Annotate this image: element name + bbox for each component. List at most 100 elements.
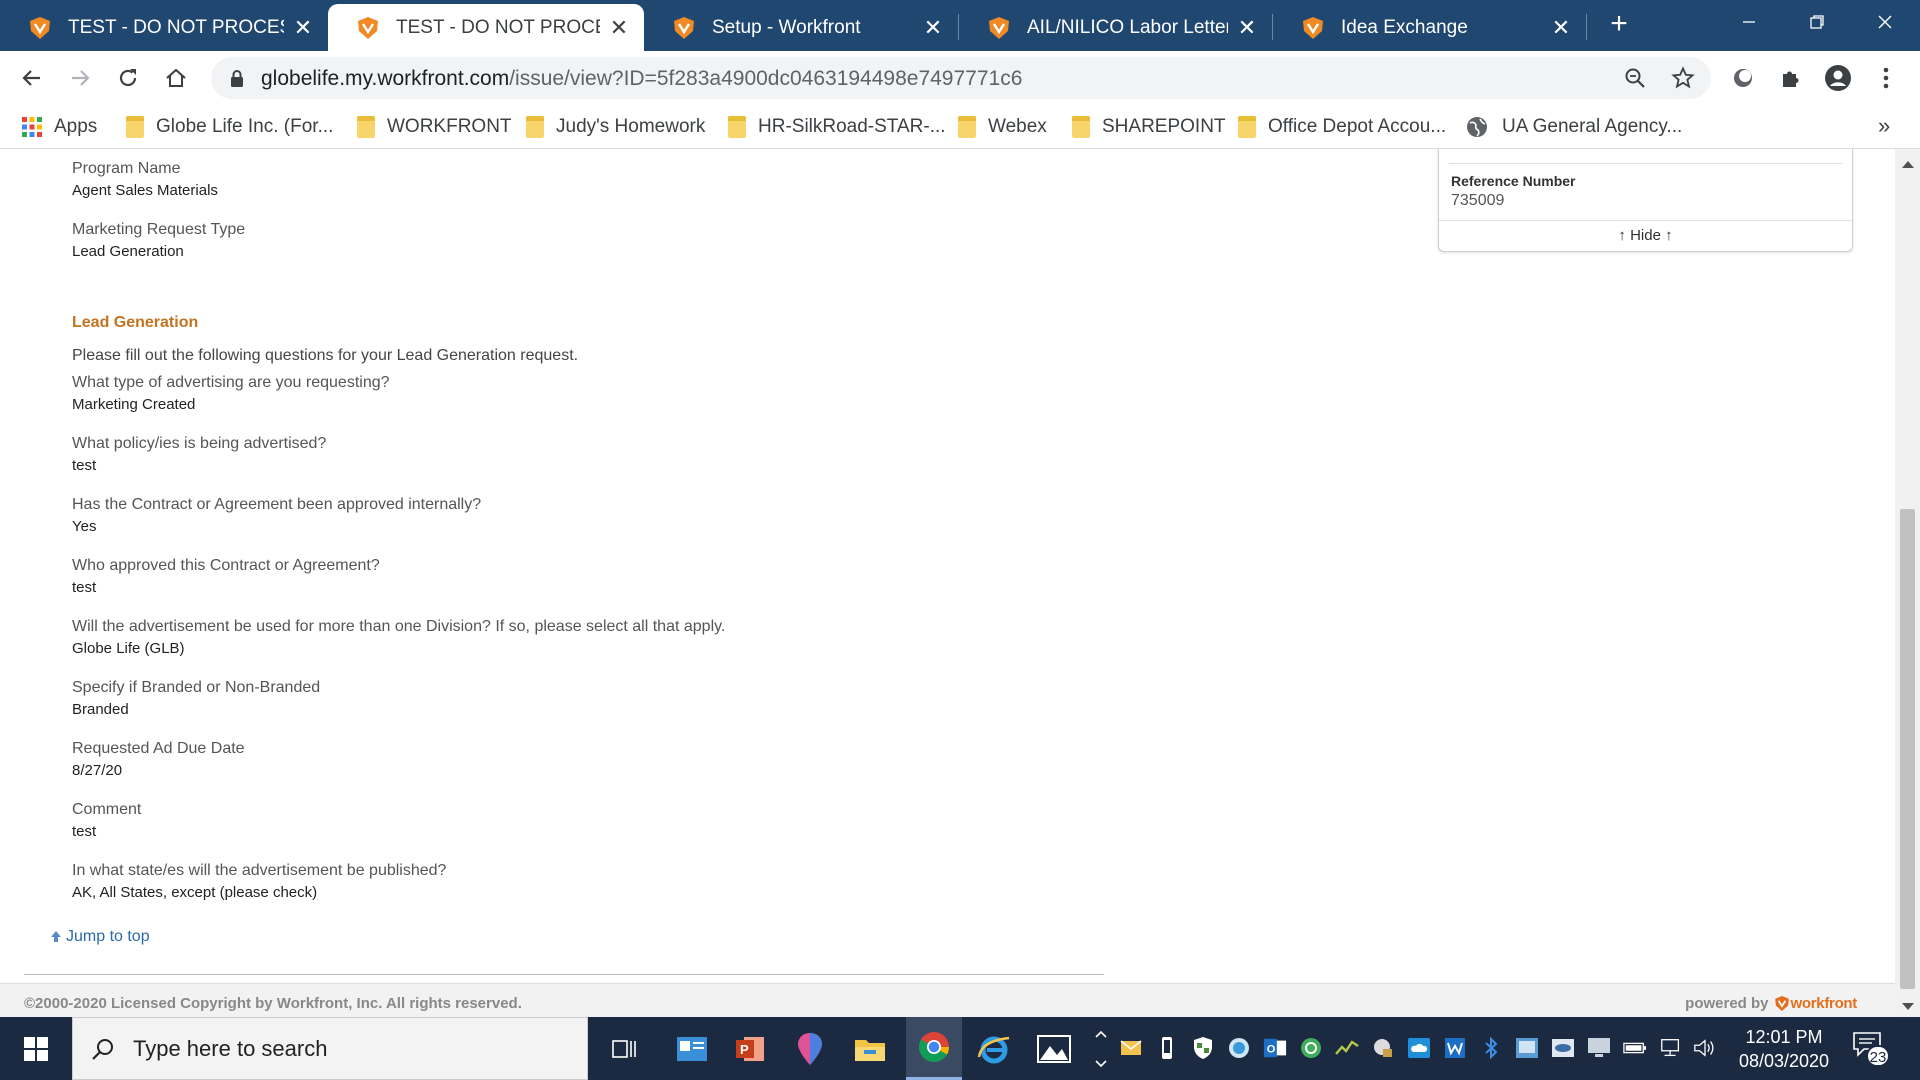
address-bar[interactable]: globelife.my.workfront.com/issue/view?ID… — [211, 57, 1711, 99]
section-intro: Please fill out the following questions … — [72, 347, 579, 364]
taskbar-app-photos[interactable] — [1030, 1025, 1078, 1073]
browser-tab-3[interactable]: Setup - Workfront ✕ — [644, 4, 958, 51]
profile-button[interactable] — [1822, 62, 1854, 94]
extension-button[interactable] — [1727, 62, 1759, 94]
mail-icon — [1120, 1040, 1142, 1055]
task-view-button[interactable] — [600, 1025, 648, 1073]
workfront-brand-text: workfront — [1790, 995, 1858, 1012]
bookmark-webex[interactable]: Webex — [958, 115, 1047, 139]
file-explorer-icon — [855, 1040, 885, 1061]
tray-vpn[interactable] — [1371, 1036, 1395, 1060]
taskbar-app-powerpoint[interactable]: P — [726, 1025, 774, 1073]
field-label: Has the Contract or Agreement been appro… — [72, 496, 482, 513]
apps-grid-icon — [22, 117, 42, 137]
start-button[interactable] — [0, 1017, 72, 1080]
zoom-icon[interactable] — [1623, 66, 1647, 90]
tray-mail[interactable] — [1119, 1036, 1143, 1060]
browser-tab-2-active[interactable]: TEST - DO NOT PROCESS ✕ — [328, 4, 644, 51]
tray-volume[interactable] — [1693, 1036, 1717, 1060]
tray-battery[interactable] — [1623, 1036, 1647, 1060]
tray-phone[interactable] — [1155, 1036, 1179, 1060]
bookmark-label: SHAREPOINT — [1102, 116, 1226, 137]
bookmark-label: Judy's Homework — [556, 116, 706, 137]
close-window-button[interactable] — [1850, 0, 1920, 44]
hide-panel-button[interactable]: ↑ Hide ↑ — [1439, 220, 1852, 252]
tab-close-icon[interactable]: ✕ — [922, 16, 944, 39]
tray-display[interactable] — [1587, 1036, 1611, 1060]
page-scrollbar[interactable] — [1895, 149, 1920, 1017]
taskbar-clock[interactable]: 12:01 PM 08/03/2020 — [1724, 1025, 1844, 1073]
extensions-menu-button[interactable] — [1775, 62, 1807, 94]
bookmark-ua-general-agency[interactable]: UA General Agency... — [1466, 115, 1682, 139]
minimize-button[interactable] — [1714, 0, 1784, 44]
tray-expand-icon[interactable] — [1094, 1029, 1108, 1069]
bookmark-sharepoint[interactable]: SHAREPOINT — [1072, 115, 1226, 139]
powerpoint-icon: P — [736, 1037, 764, 1061]
browser-tab-5[interactable]: Idea Exchange ✕ — [1273, 4, 1586, 51]
tray-sync[interactable] — [1227, 1036, 1251, 1060]
bookmarks-overflow-button[interactable]: » — [1878, 113, 1890, 139]
bookmark-workfront[interactable]: WORKFRONT — [357, 115, 512, 139]
home-button[interactable] — [160, 62, 192, 94]
field-label: Program Name — [72, 160, 181, 177]
tray-activity[interactable] — [1335, 1036, 1359, 1060]
taskbar-app-maps[interactable] — [786, 1025, 834, 1073]
tray-skype[interactable] — [1299, 1036, 1323, 1060]
browser-tab-1[interactable]: TEST - DO NOT PROCESS ✕ — [0, 4, 328, 51]
tray-network[interactable] — [1659, 1036, 1683, 1060]
taskbar-search-box[interactable]: Type here to search — [72, 1017, 588, 1080]
taskbar-app-file-explorer[interactable] — [846, 1025, 894, 1073]
search-placeholder: Type here to search — [133, 1035, 328, 1061]
browser-menu-button[interactable] — [1870, 62, 1902, 94]
tray-network-monitor[interactable] — [1515, 1036, 1539, 1060]
internet-explorer-icon — [977, 1036, 1010, 1064]
taskbar-app-chrome[interactable] — [906, 1017, 962, 1080]
folder-icon — [1238, 116, 1256, 138]
tray-onedrive[interactable] — [1407, 1036, 1431, 1060]
back-button[interactable] — [16, 62, 48, 94]
bookmark-judys-homework[interactable]: Judy's Homework — [526, 115, 705, 139]
star-icon[interactable] — [1671, 66, 1695, 90]
bookmark-hr-silkroad[interactable]: HR-SilkRoad-STAR-... — [728, 115, 946, 139]
tray-security[interactable] — [1191, 1036, 1215, 1060]
tray-eye-app[interactable] — [1551, 1036, 1575, 1060]
field-value: Marketing Created — [72, 396, 196, 413]
reload-button[interactable] — [112, 62, 144, 94]
new-tab-button[interactable]: + — [1604, 9, 1634, 40]
forward-button[interactable] — [64, 62, 96, 94]
taskbar-app-outlook-card[interactable] — [668, 1025, 716, 1073]
tray-bluetooth[interactable] — [1479, 1036, 1503, 1060]
scroll-up-arrow-icon[interactable] — [1902, 161, 1914, 168]
bookmark-globe-life[interactable]: Globe Life Inc. (For... — [126, 115, 333, 139]
shield-icon — [1194, 1037, 1212, 1059]
minimize-icon — [1743, 21, 1755, 23]
tab-title: Idea Exchange — [1341, 16, 1468, 38]
jump-to-top-link[interactable]: Jump to top — [50, 928, 150, 946]
tray-w-app[interactable] — [1443, 1036, 1467, 1060]
scroll-down-arrow-icon[interactable] — [1902, 1003, 1914, 1010]
folder-icon — [126, 116, 144, 138]
field-value: test — [72, 823, 97, 840]
restore-button[interactable] — [1782, 0, 1852, 44]
bookmark-label: Office Depot Accou... — [1268, 116, 1447, 137]
bookmark-office-depot[interactable]: Office Depot Accou... — [1238, 115, 1446, 139]
lock-icon — [231, 70, 243, 87]
field-value: AK, All States, except (please check) — [72, 884, 318, 901]
bookmark-label: Webex — [988, 116, 1047, 137]
tab-close-icon[interactable]: ✕ — [608, 16, 630, 39]
scrollbar-thumb[interactable] — [1900, 509, 1915, 989]
tab-close-icon[interactable]: ✕ — [1236, 16, 1258, 39]
url-host: globelife.my.workfront.com — [261, 67, 510, 90]
bookmark-apps[interactable]: Apps — [22, 115, 97, 139]
field-value: test — [72, 579, 97, 596]
tab-close-icon[interactable]: ✕ — [292, 16, 314, 39]
tray-outlook[interactable]: O — [1263, 1036, 1287, 1060]
extension-circle-icon — [1734, 69, 1752, 87]
taskbar-app-internet-explorer[interactable] — [970, 1025, 1018, 1073]
bookmark-label: WORKFRONT — [387, 116, 512, 137]
outlook-icon: O — [1263, 1038, 1287, 1058]
tab-close-icon[interactable]: ✕ — [1550, 16, 1572, 39]
bluetooth-icon — [1485, 1037, 1498, 1059]
action-center-button[interactable]: 23 — [1850, 1031, 1890, 1067]
browser-tab-4[interactable]: AIL/NILICO Labor Letter Ne ✕ — [959, 4, 1272, 51]
